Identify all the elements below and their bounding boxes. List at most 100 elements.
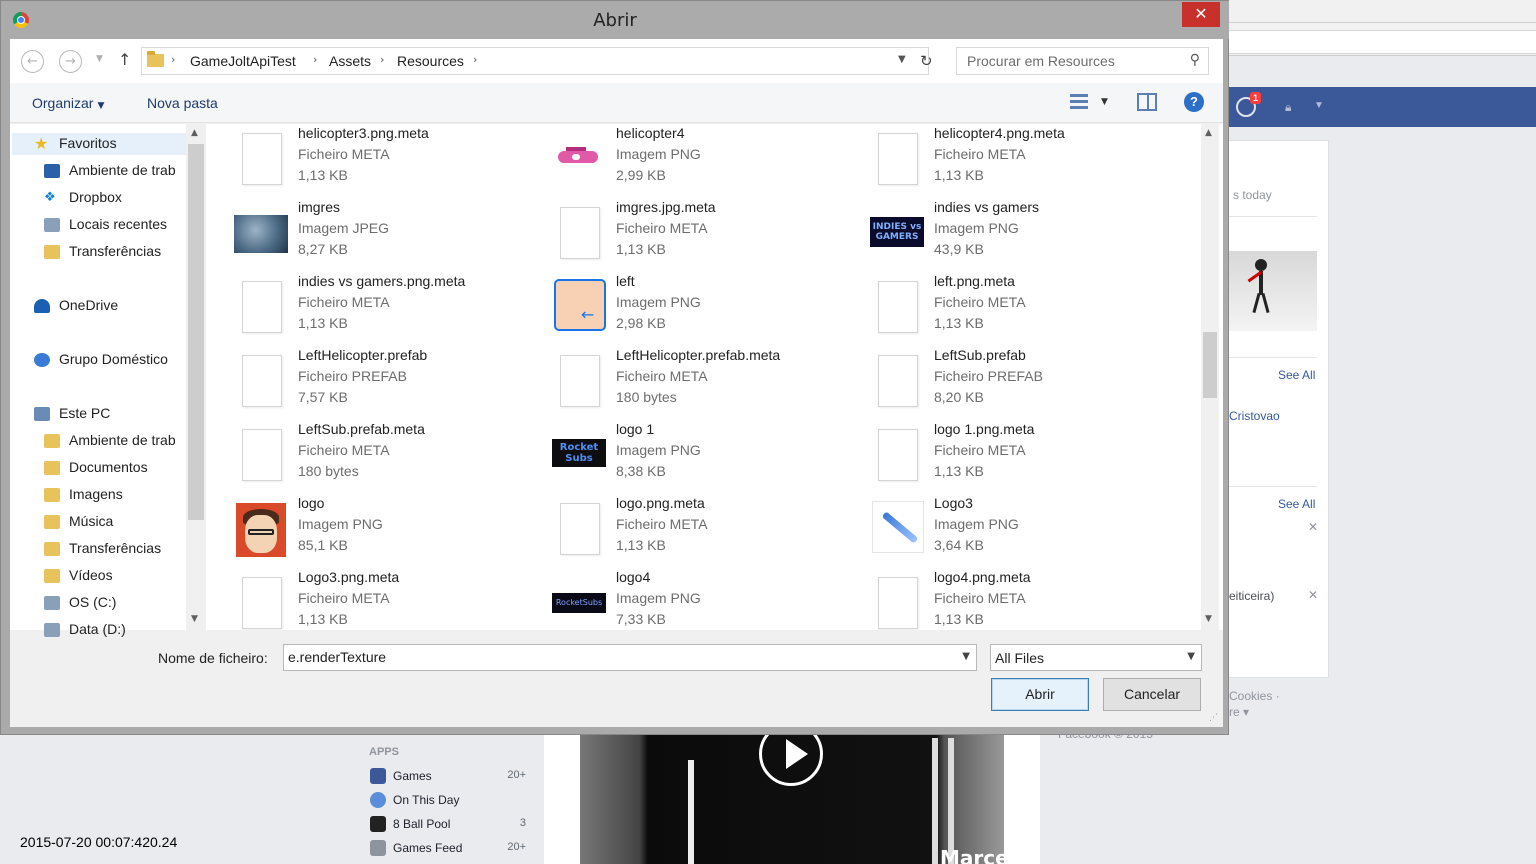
file-size: 7,33 KB bbox=[616, 611, 666, 627]
file-type: Ficheiro META bbox=[298, 590, 390, 606]
file-item[interactable]: Logo3.png.meta Ficheiro META 1,13 KB bbox=[234, 569, 544, 630]
file-size: 8,38 KB bbox=[616, 463, 666, 479]
file-item[interactable]: LeftSub.prefab.meta Ficheiro META 180 byte… bbox=[234, 421, 544, 491]
back-arrow-icon[interactable]: ← bbox=[21, 50, 44, 73]
see-all-link[interactable]: See All bbox=[1278, 368, 1315, 382]
recent-locations-icon[interactable]: ▼ bbox=[96, 54, 103, 64]
forward-arrow-icon[interactable]: → bbox=[59, 50, 82, 73]
dismiss-icon[interactable]: ✕ bbox=[1308, 588, 1318, 602]
chevron-down-icon[interactable]: ▼ bbox=[962, 651, 970, 662]
chevron-down-icon[interactable]: ▼ bbox=[1101, 97, 1108, 107]
file-size: 7,57 KB bbox=[298, 389, 348, 405]
organize-button[interactable]: Organizar ▼ bbox=[32, 95, 104, 111]
file-type: Ficheiro META bbox=[298, 442, 390, 458]
scroll-up-icon[interactable]: ▲ bbox=[191, 128, 198, 138]
file-item[interactable]: RocketSubs logo4 Imagem PNG 7,33 KB bbox=[552, 569, 862, 630]
file-type: Ficheiro META bbox=[616, 368, 708, 384]
file-name: indies vs gamers bbox=[934, 199, 1040, 215]
file-item[interactable]: helicopter3.png.meta Ficheiro META 1,13 KB bbox=[234, 125, 544, 195]
close-button[interactable]: ✕ bbox=[1182, 2, 1220, 27]
search-input[interactable] bbox=[967, 53, 1177, 69]
up-arrow-icon[interactable]: ↑ bbox=[118, 50, 131, 69]
star-icon: ★ bbox=[34, 136, 49, 153]
nav-scrollbar[interactable]: ▲ ▼ bbox=[186, 124, 206, 630]
file-size: 1,13 KB bbox=[934, 167, 984, 183]
breadcrumb-item[interactable]: Assets bbox=[329, 53, 371, 69]
tab-strip-line bbox=[1229, 22, 1536, 23]
dropbox-icon: ❖ bbox=[44, 189, 56, 204]
file-item[interactable]: imgres.jpg.meta Ficheiro META 1,13 KB bbox=[552, 199, 862, 269]
file-item[interactable]: logo4.png.meta Ficheiro META 1,13 KB bbox=[870, 569, 1180, 630]
more-link[interactable]: re ▾ bbox=[1229, 705, 1249, 719]
friend-name-link[interactable]: Cristovao bbox=[1229, 409, 1280, 423]
file-item[interactable]: logo Imagem PNG 85,1 KB bbox=[234, 495, 544, 565]
file-size: 180 bytes bbox=[616, 389, 677, 405]
game-thumbnail[interactable] bbox=[1229, 251, 1317, 331]
new-folder-button[interactable]: Nova pasta bbox=[147, 95, 218, 111]
scrollbar-thumb[interactable] bbox=[1203, 332, 1217, 398]
file-type: Ficheiro META bbox=[298, 294, 390, 310]
chevron-right-icon[interactable]: › bbox=[171, 53, 175, 66]
scroll-up-icon[interactable]: ▲ bbox=[1205, 128, 1212, 138]
file-item[interactable]: LeftHelicopter.prefab Ficheiro PREFAB 7,57… bbox=[234, 347, 544, 417]
breadcrumb-item[interactable]: GameJoltApiTest bbox=[190, 53, 296, 69]
file-type: Ficheiro META bbox=[934, 146, 1026, 162]
file-type: Ficheiro PREFAB bbox=[298, 368, 407, 384]
address-bar[interactable]: › GameJoltApiTest › Assets › Resources ›… bbox=[141, 47, 929, 75]
document-icon bbox=[234, 277, 290, 333]
cookies-link[interactable]: Cookies · bbox=[1229, 689, 1280, 703]
file-size: 1,13 KB bbox=[934, 611, 984, 627]
scroll-down-icon[interactable]: ▼ bbox=[1205, 614, 1212, 624]
dismiss-icon[interactable]: ✕ bbox=[1308, 520, 1318, 534]
see-all-link[interactable]: See All bbox=[1278, 497, 1315, 511]
file-item[interactable]: helicopter4 Imagem PNG 2,99 KB bbox=[552, 125, 862, 195]
chevron-right-icon[interactable]: › bbox=[313, 53, 317, 66]
breadcrumb-item[interactable]: Resources bbox=[397, 53, 464, 69]
file-item[interactable]: left.png.meta Ficheiro META 1,13 KB bbox=[870, 273, 1180, 343]
documents-folder-icon bbox=[44, 461, 60, 475]
file-item[interactable]: Logo3 Imagem PNG 3,64 KB bbox=[870, 495, 1180, 565]
preview-pane-icon[interactable] bbox=[1137, 93, 1157, 111]
file-item[interactable]: left Imagem PNG 2,98 KB bbox=[552, 273, 862, 343]
scroll-down-icon[interactable]: ▼ bbox=[191, 614, 198, 624]
view-options-icon[interactable] bbox=[1070, 94, 1088, 110]
open-button[interactable]: Abrir bbox=[991, 678, 1089, 711]
help-icon[interactable]: ? bbox=[1184, 92, 1204, 112]
app-item-games-feed[interactable]: Games Feed 20+ bbox=[370, 838, 530, 858]
file-item[interactable]: Rocket Subs logo 1 Imagem PNG 8,38 KB bbox=[552, 421, 862, 491]
account-menu-caret-icon[interactable]: ▼ bbox=[1314, 100, 1324, 111]
resize-grip-icon[interactable]: ⋰ bbox=[1209, 713, 1218, 723]
filename-combobox[interactable]: ▼ bbox=[283, 644, 977, 671]
chevron-right-icon[interactable]: › bbox=[473, 53, 477, 66]
dialog-titlebar[interactable]: Abrir ✕ bbox=[1, 1, 1229, 39]
file-item[interactable]: logo 1.png.meta Ficheiro META 1,13 KB bbox=[870, 421, 1180, 491]
privacy-lock-icon[interactable]: 🔒︎ bbox=[1285, 100, 1291, 115]
cancel-button[interactable]: Cancelar bbox=[1103, 678, 1201, 711]
file-item[interactable]: INDIES vs GAMERS indies vs gamers Imagem P… bbox=[870, 199, 1180, 269]
file-item[interactable]: helicopter4.png.meta Ficheiro META 1,13 KB bbox=[870, 125, 1180, 195]
file-item[interactable]: LeftSub.prefab Ficheiro PREFAB 8,20 KB bbox=[870, 347, 1180, 417]
file-item[interactable]: LeftHelicopter.prefab.meta Ficheiro META 1… bbox=[552, 347, 862, 417]
file-type: Imagem PNG bbox=[616, 442, 701, 458]
indies-thumbnail: INDIES vs GAMERS bbox=[870, 203, 926, 259]
search-icon[interactable]: ⚲ bbox=[1190, 52, 1200, 68]
file-item[interactable]: logo.png.meta Ficheiro META 1,13 KB bbox=[552, 495, 862, 565]
file-size: 1,13 KB bbox=[616, 537, 666, 553]
app-item-8-ball-pool[interactable]: 8 Ball Pool 3 bbox=[370, 814, 530, 834]
search-box[interactable]: ⚲ bbox=[956, 47, 1209, 75]
video-post[interactable]: Marcel bbox=[544, 722, 1040, 864]
downloads-folder-icon bbox=[44, 245, 60, 259]
chevron-right-icon[interactable]: › bbox=[380, 53, 384, 66]
refresh-icon[interactable]: ↻ bbox=[920, 52, 933, 70]
file-item[interactable]: imgres Imagem JPEG 8,27 KB bbox=[234, 199, 544, 269]
browser-address-bar[interactable] bbox=[1229, 30, 1536, 54]
chevron-down-icon[interactable]: ▼ bbox=[898, 54, 906, 65]
app-item-on-this-day[interactable]: On This Day bbox=[370, 790, 530, 810]
file-type-select[interactable]: All Files ▼ bbox=[990, 644, 1202, 671]
file-list-scrollbar[interactable]: ▲ ▼ bbox=[1201, 124, 1219, 630]
file-item[interactable]: indies vs gamers.png.meta Ficheiro META 1,… bbox=[234, 273, 544, 343]
scrollbar-thumb[interactable] bbox=[188, 144, 204, 520]
filename-input[interactable] bbox=[288, 649, 948, 665]
file-type: Ficheiro META bbox=[616, 220, 708, 236]
app-item-games[interactable]: Games 20+ bbox=[370, 766, 530, 786]
